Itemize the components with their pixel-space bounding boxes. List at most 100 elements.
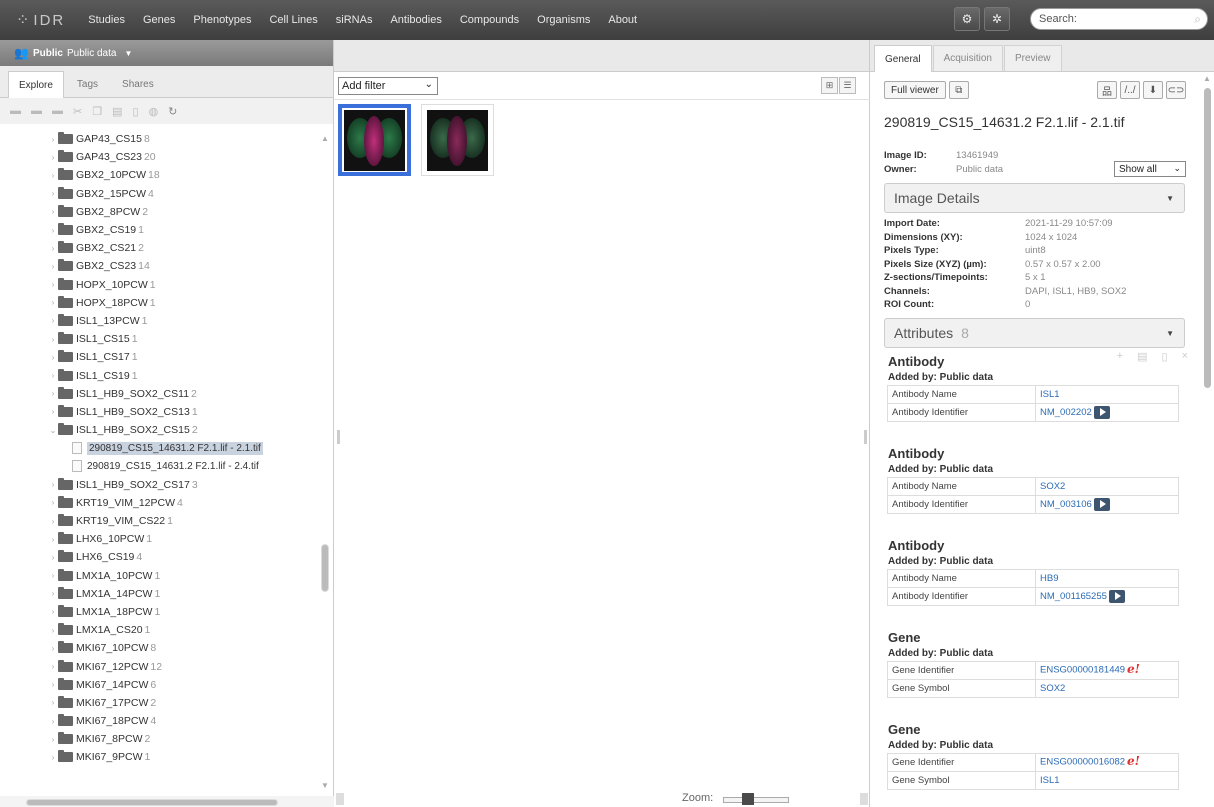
tree-item-dataset[interactable]: › ISL1_HB9_SOX2_CS13 1 [0, 403, 318, 421]
download-icon[interactable]: ⬇ [1143, 81, 1163, 99]
add-filter-select[interactable]: Add filter ⌄ [338, 77, 438, 95]
tree-item-dataset[interactable]: › LMX1A_10PCW 1 [0, 567, 318, 585]
new-dataset-icon[interactable]: ▬ [52, 105, 63, 117]
tree-item-dataset[interactable]: › LMX1A_CS20 1 [0, 621, 318, 639]
external-link-icon[interactable] [1093, 497, 1110, 511]
attribute-value[interactable]: NM_002202 [1040, 407, 1092, 418]
expand-arrow-icon[interactable]: › [48, 153, 58, 162]
expand-arrow-icon[interactable]: › [48, 553, 58, 562]
zoom-slider-handle[interactable] [742, 793, 754, 805]
expand-arrow-icon[interactable]: › [48, 262, 58, 271]
tree-item-dataset[interactable]: › MKI67_12PCW 12 [0, 657, 318, 675]
tree-item-dataset[interactable]: › LHX6_10PCW 1 [0, 530, 318, 548]
link-icon[interactable]: ⊂⊃ [1166, 81, 1186, 99]
settings-gear-icon[interactable]: ⚙ [954, 7, 980, 31]
tree-item-dataset[interactable]: › MKI67_10PCW 8 [0, 639, 318, 657]
expand-arrow-icon[interactable]: › [48, 389, 58, 398]
tree-item-dataset[interactable]: › KRT19_VIM_12PCW 4 [0, 494, 318, 512]
tree-item-dataset[interactable]: › LHX6_CS19 4 [0, 548, 318, 566]
tree-item-dataset[interactable]: › GBX2_CS21 2 [0, 239, 318, 257]
attribute-value[interactable]: HB9 [1040, 573, 1058, 584]
scroll-thumb[interactable] [1204, 88, 1211, 388]
nav-link-compounds[interactable]: Compounds [460, 14, 519, 26]
tree-item-dataset[interactable]: › HOPX_18PCW 1 [0, 294, 318, 312]
user-group-icon[interactable]: ✲ [984, 7, 1010, 31]
expand-arrow-icon[interactable]: › [48, 189, 58, 198]
nav-link-phenotypes[interactable]: Phenotypes [193, 14, 251, 26]
delete-icon[interactable]: ▯ [133, 105, 139, 118]
open-with-icon[interactable]: ⧉ [948, 81, 969, 99]
search-input[interactable]: Search: ⌕ [1030, 8, 1208, 30]
tree-item-dataset[interactable]: › GBX2_10PCW 18 [0, 166, 318, 184]
expanded-arrow-icon[interactable]: ⌄ [48, 426, 58, 435]
tab-preview[interactable]: Preview [1003, 45, 1062, 71]
tree-item-dataset[interactable]: › ISL1_13PCW 1 [0, 312, 318, 330]
expand-arrow-icon[interactable]: › [48, 407, 58, 416]
expand-arrow-icon[interactable]: › [48, 717, 58, 726]
scroll-thumb[interactable] [321, 544, 329, 592]
tree-item-dataset[interactable]: › ISL1_HB9_SOX2_CS17 3 [0, 476, 318, 494]
expand-arrow-icon[interactable]: › [48, 207, 58, 216]
expand-arrow-icon[interactable]: › [48, 571, 58, 580]
expand-arrow-icon[interactable]: › [48, 244, 58, 253]
zoom-bar-left-handle[interactable] [336, 793, 344, 805]
cut-icon[interactable]: ✂ [73, 105, 82, 118]
nav-link-cell-lines[interactable]: Cell Lines [269, 14, 317, 26]
expand-arrow-icon[interactable]: › [48, 535, 58, 544]
tab-acquisition[interactable]: Acquisition [932, 45, 1003, 71]
scroll-up-icon[interactable]: ▲ [321, 134, 329, 143]
image-thumbnail[interactable] [338, 104, 411, 176]
tree-item-dataset[interactable]: › ISL1_CS17 1 [0, 348, 318, 366]
expand-arrow-icon[interactable]: › [48, 298, 58, 307]
expand-arrow-icon[interactable]: › [48, 135, 58, 144]
nav-link-sirnas[interactable]: siRNAs [336, 14, 373, 26]
tree-item-dataset[interactable]: › GBX2_CS23 14 [0, 257, 318, 275]
expand-arrow-icon[interactable]: › [48, 662, 58, 671]
scroll-down-icon[interactable]: ▼ [321, 781, 329, 790]
tree-item-dataset[interactable]: › MKI67_9PCW 1 [0, 748, 318, 766]
ensembl-icon[interactable]: e! [1127, 755, 1143, 769]
attributes-header[interactable]: Attributes 8 ▼ [884, 317, 1185, 348]
attribute-value[interactable]: NM_001165255 [1040, 591, 1107, 602]
tab-tags[interactable]: Tags [66, 71, 109, 97]
nav-link-studies[interactable]: Studies [88, 14, 125, 26]
image-thumbnail[interactable] [421, 104, 494, 176]
new-container-icon[interactable]: ▬ [31, 105, 42, 117]
expand-arrow-icon[interactable]: › [48, 480, 58, 489]
tree-item-dataset[interactable]: › MKI67_14PCW 6 [0, 676, 318, 694]
external-link-icon[interactable] [1093, 405, 1110, 419]
share-icon[interactable]: ◍ [149, 105, 159, 118]
show-all-select[interactable]: Show all ⌄ [1114, 161, 1186, 177]
attribute-value[interactable]: NM_003106 [1040, 499, 1092, 510]
external-link-icon[interactable] [1108, 589, 1125, 603]
expand-arrow-icon[interactable]: › [48, 371, 58, 380]
tree-item-dataset[interactable]: › ISL1_CS15 1 [0, 330, 318, 348]
hscroll-thumb[interactable] [26, 799, 278, 806]
expand-arrow-icon[interactable]: › [48, 226, 58, 235]
paste-icon[interactable]: ▤ [112, 105, 122, 118]
hierarchy-icon[interactable]: 品 [1097, 81, 1117, 99]
nav-link-about[interactable]: About [608, 14, 637, 26]
thumbnail-view-icon[interactable]: ⊞ [821, 77, 838, 94]
copy-icon[interactable]: ❐ [92, 105, 102, 118]
expand-arrow-icon[interactable]: › [48, 316, 58, 325]
expand-arrow-icon[interactable]: › [48, 680, 58, 689]
nav-link-organisms[interactable]: Organisms [537, 14, 590, 26]
expand-arrow-icon[interactable]: › [48, 353, 58, 362]
tree-item-dataset[interactable]: › LMX1A_14PCW 1 [0, 585, 318, 603]
expand-arrow-icon[interactable]: › [48, 698, 58, 707]
group-selector[interactable]: 👥 Public Public data ▼ [0, 40, 333, 66]
tree-item-dataset[interactable]: › MKI67_8PCW 2 [0, 730, 318, 748]
idr-logo[interactable]: ⁘ IDR [16, 10, 65, 30]
attribute-value[interactable]: ENSG00000181449 [1040, 665, 1125, 676]
attribute-value[interactable]: ENSG00000016082 [1040, 757, 1125, 768]
attribute-value[interactable]: SOX2 [1040, 683, 1065, 694]
tree-item-dataset[interactable]: › MKI67_18PCW 4 [0, 712, 318, 730]
tree-item-dataset[interactable]: › MKI67_17PCW 2 [0, 694, 318, 712]
tree-item-dataset[interactable]: › GBX2_CS19 1 [0, 221, 318, 239]
tree-item-image[interactable]: 290819_CS15_14631.2 F2.1.lif - 2.1.tif [0, 439, 318, 457]
tree-item-dataset[interactable]: › ISL1_HB9_SOX2_CS11 2 [0, 385, 318, 403]
expand-arrow-icon[interactable]: › [48, 335, 58, 344]
nav-link-antibodies[interactable]: Antibodies [390, 14, 441, 26]
tree-item-dataset[interactable]: ⌄ ISL1_HB9_SOX2_CS15 2 [0, 421, 318, 439]
